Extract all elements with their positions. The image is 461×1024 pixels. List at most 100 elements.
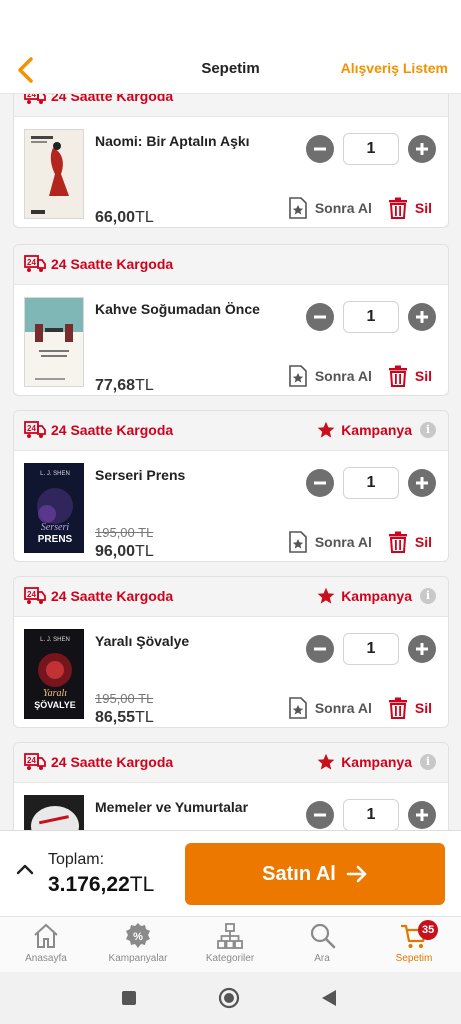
cover-title-line-2: ŞÖVALYE xyxy=(34,700,76,710)
old-price: 195,00 TL xyxy=(95,525,154,540)
shipping-label: 24 Saatte Kargoda xyxy=(51,256,174,272)
price: 96,00TL xyxy=(95,543,154,561)
quantity-stepper: 1 xyxy=(306,133,436,165)
shipping-info: 24 24 Saatte Kargoda xyxy=(24,421,173,439)
campaign-info: Kampanya i xyxy=(317,753,436,771)
delete-button[interactable]: Sil xyxy=(388,531,432,553)
decrease-quantity-button[interactable] xyxy=(306,635,334,663)
book-title[interactable]: Memeler ve Yumurtalar xyxy=(95,799,248,815)
book-cover[interactable] xyxy=(24,795,84,830)
minus-icon xyxy=(314,647,326,651)
quantity-field[interactable]: 1 xyxy=(343,799,399,830)
tab-label: Ara xyxy=(314,953,330,964)
decrease-quantity-button[interactable] xyxy=(306,801,334,829)
info-icon[interactable]: i xyxy=(420,754,436,770)
buy-later-label: Sonra Al xyxy=(314,200,372,216)
cart-item-header: 24 24 Saatte Kargoda Kampanya i xyxy=(14,743,448,783)
increase-quantity-button[interactable] xyxy=(408,135,436,163)
cart-item: 24 24 Saatte Kargoda Kampanya i L. J. SH… xyxy=(13,410,449,562)
buy-later-button[interactable]: Sonra Al xyxy=(288,697,372,719)
quantity-field[interactable]: 1 xyxy=(343,467,399,499)
plus-icon xyxy=(416,311,428,323)
delete-button[interactable]: Sil xyxy=(388,697,432,719)
svg-text:24: 24 xyxy=(27,756,36,765)
book-title[interactable]: Yaralı Şövalye xyxy=(95,633,189,649)
delete-label: Sil xyxy=(414,700,432,716)
tab-label: Sepetim xyxy=(395,953,433,964)
trash-icon xyxy=(388,531,407,553)
fast-delivery-truck-icon: 24 xyxy=(24,94,46,104)
price: 66,00TL xyxy=(95,209,154,227)
tab-kategoriler[interactable]: Kategoriler xyxy=(184,921,276,971)
quantity-stepper: 1 xyxy=(306,799,436,830)
decrease-quantity-button[interactable] xyxy=(306,135,334,163)
chevron-up-icon xyxy=(16,864,34,875)
price-value: 86,55 xyxy=(95,709,136,726)
book-cover[interactable] xyxy=(24,129,84,219)
shipping-info: 24 24 Saatte Kargoda xyxy=(24,587,173,605)
system-back-button[interactable] xyxy=(321,989,337,1012)
cover-author: L. J. SHEN xyxy=(40,471,70,477)
item-actions: Sonra Al Sil xyxy=(288,697,432,719)
campaign-label: Kampanya xyxy=(341,422,412,438)
buy-later-button[interactable]: Sonra Al xyxy=(288,197,372,219)
price: 77,68TL xyxy=(95,377,154,395)
tab-sepetim[interactable]: 35 Sepetim xyxy=(368,920,460,971)
save-for-later-icon xyxy=(289,197,307,219)
quantity-stepper: 1 xyxy=(306,301,436,333)
star-icon xyxy=(317,587,335,604)
square-icon xyxy=(122,991,136,1005)
tab-kampanyalar[interactable]: % Kampanyalar xyxy=(92,921,184,971)
plus-icon xyxy=(416,643,428,655)
total-label: Toplam: xyxy=(48,851,105,868)
fast-delivery-truck-icon: 24 xyxy=(24,421,46,438)
total-currency: TL xyxy=(129,873,155,896)
cart-item: 24 24 Saatte Kargoda Naomi: Bir Aptalın … xyxy=(13,94,449,228)
delete-label: Sil xyxy=(414,200,432,216)
status-bar xyxy=(0,0,461,46)
quantity-field[interactable]: 1 xyxy=(343,633,399,665)
decrease-quantity-button[interactable] xyxy=(306,303,334,331)
quantity-field[interactable]: 1 xyxy=(343,133,399,165)
item-actions: Sonra Al Sil xyxy=(288,197,432,219)
decrease-quantity-button[interactable] xyxy=(306,469,334,497)
campaign-info: Kampanya i xyxy=(317,587,436,605)
info-icon[interactable]: i xyxy=(420,422,436,438)
price-value: 66,00 xyxy=(95,209,136,226)
recent-apps-button[interactable] xyxy=(121,990,137,1011)
circle-icon xyxy=(218,987,240,1009)
delete-button[interactable]: Sil xyxy=(388,197,432,219)
system-navigation-bar xyxy=(0,972,461,1024)
checkout-button[interactable]: Satın Al xyxy=(185,843,445,905)
tab-anasayfa[interactable]: Anasayfa xyxy=(0,921,92,971)
increase-quantity-button[interactable] xyxy=(408,801,436,829)
book-cover[interactable]: L. J. SHEN Serseri PRENS xyxy=(24,463,84,553)
info-icon[interactable]: i xyxy=(420,588,436,604)
buy-later-button[interactable]: Sonra Al xyxy=(288,531,372,553)
shipping-info: 24 24 Saatte Kargoda xyxy=(24,255,173,273)
tab-ara[interactable]: Ara xyxy=(276,921,368,971)
increase-quantity-button[interactable] xyxy=(408,635,436,663)
book-title[interactable]: Kahve Soğumadan Önce xyxy=(95,301,260,317)
expand-summary-button[interactable] xyxy=(16,862,34,880)
cart-item-header: 24 24 Saatte Kargoda Kampanya i xyxy=(14,577,448,617)
increase-quantity-button[interactable] xyxy=(408,469,436,497)
book-cover[interactable]: L. J. SHEN Yaralı ŞÖVALYE xyxy=(24,629,84,719)
shopping-list-link[interactable]: Alışveriş Listem xyxy=(341,60,448,76)
trash-icon xyxy=(388,365,407,387)
buy-later-button[interactable]: Sonra Al xyxy=(288,365,372,387)
shipping-label: 24 Saatte Kargoda xyxy=(51,754,174,770)
home-button[interactable] xyxy=(218,987,240,1014)
cart-item: 24 24 Saatte Kargoda Kampanya i L. J. SH… xyxy=(13,576,449,728)
increase-quantity-button[interactable] xyxy=(408,303,436,331)
book-title[interactable]: Naomi: Bir Aptalın Aşkı xyxy=(95,133,250,149)
quantity-stepper: 1 xyxy=(306,467,436,499)
old-price: 195,00 TL xyxy=(95,691,154,706)
cart-item-list[interactable]: 24 24 Saatte Kargoda Naomi: Bir Aptalın … xyxy=(0,94,461,830)
fast-delivery-truck-icon: 24 xyxy=(24,753,46,770)
quantity-field[interactable]: 1 xyxy=(343,301,399,333)
book-title[interactable]: Serseri Prens xyxy=(95,467,185,483)
delete-button[interactable]: Sil xyxy=(388,365,432,387)
book-cover[interactable] xyxy=(24,297,84,387)
total-price: 3.176,22TL xyxy=(48,873,154,897)
